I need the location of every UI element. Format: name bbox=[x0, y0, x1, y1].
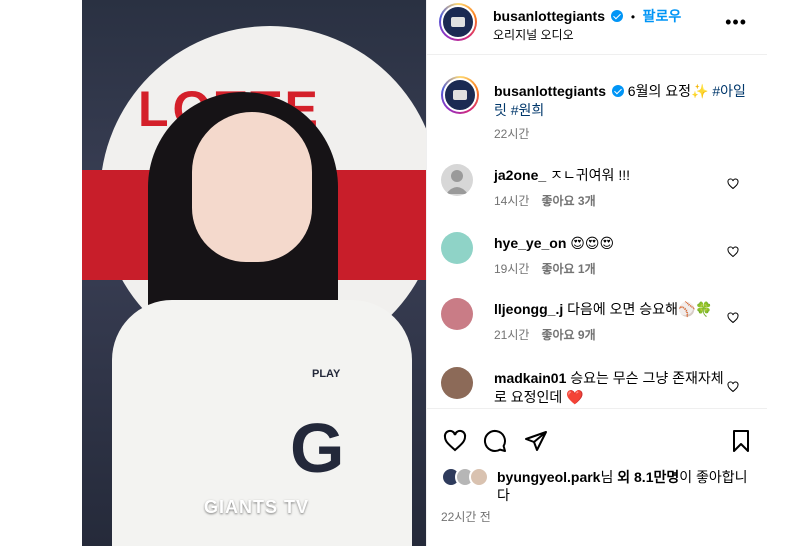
jersey-brand: PLAY bbox=[312, 368, 341, 380]
caption-avatar[interactable] bbox=[441, 76, 479, 114]
comment-likes[interactable]: 좋아요 3개 bbox=[541, 194, 595, 208]
comment-avatar[interactable] bbox=[441, 367, 473, 399]
liked-by-username[interactable]: byungyeol.park bbox=[497, 469, 600, 485]
comment-time[interactable]: 21시간 bbox=[494, 328, 529, 342]
comment-avatar[interactable] bbox=[441, 164, 473, 196]
person-face bbox=[192, 112, 312, 262]
comment-avatar[interactable] bbox=[441, 298, 473, 330]
comment-like-icon[interactable] bbox=[727, 178, 739, 190]
header-separator: • bbox=[630, 10, 636, 24]
verified-icon bbox=[611, 10, 624, 22]
caption-text: 6월의 요정✨ bbox=[627, 83, 709, 99]
comment-username[interactable]: madkain01 bbox=[494, 370, 566, 386]
caption-username[interactable]: busanlottegiants bbox=[494, 83, 606, 99]
follow-button[interactable]: 팔로우 bbox=[643, 8, 682, 24]
audio-link[interactable]: 오리지널 오디오 bbox=[493, 26, 574, 43]
comment-text: 다음에 오면 승요해⚾🍀 bbox=[567, 301, 713, 317]
account-avatar[interactable] bbox=[439, 3, 477, 41]
liked-by-mid: 님 bbox=[600, 469, 618, 485]
like-icon[interactable] bbox=[443, 429, 467, 453]
post-actions: byungyeol.park님 외 8.1만명이 좋아합니다 22시간 전 bbox=[427, 408, 767, 546]
save-icon[interactable] bbox=[729, 429, 753, 453]
comment-like-icon[interactable] bbox=[727, 312, 739, 324]
comment-username[interactable]: hye_ye_on bbox=[494, 235, 566, 251]
comment-text: 😍😍😍 bbox=[570, 235, 615, 251]
liked-by-avatars bbox=[441, 467, 495, 487]
post-panel: busanlottegiants • 팔로우 오리지널 오디오 ••• busa… bbox=[426, 0, 767, 546]
liked-by-count[interactable]: 외 8.1만명 bbox=[617, 469, 679, 485]
video-watermark: GIANTS TV bbox=[204, 497, 310, 517]
posted-time[interactable]: 22시간 전 bbox=[441, 508, 491, 525]
comment-likes[interactable]: 좋아요 1개 bbox=[541, 262, 595, 276]
comment-time[interactable]: 19시간 bbox=[494, 262, 529, 276]
verified-icon bbox=[611, 85, 624, 97]
comment-avatar[interactable] bbox=[441, 232, 473, 264]
comment-like-icon[interactable] bbox=[727, 246, 739, 258]
share-icon[interactable] bbox=[524, 429, 548, 453]
post-media[interactable]: LOTTE PLAY G GIANTS TV bbox=[82, 0, 426, 546]
comment-username[interactable]: lljeongg_.j bbox=[494, 301, 563, 317]
account-username[interactable]: busanlottegiants bbox=[493, 8, 605, 24]
comment-text: ㅈㄴ귀여워 !!! bbox=[550, 167, 630, 183]
comment-username[interactable]: ja2one_ bbox=[494, 167, 546, 183]
comment-like-icon[interactable] bbox=[727, 381, 739, 393]
comment-time[interactable]: 14시간 bbox=[494, 194, 529, 208]
more-options-icon[interactable]: ••• bbox=[725, 12, 747, 33]
jersey-logo: G bbox=[290, 409, 345, 487]
comment-likes[interactable]: 좋아요 9개 bbox=[541, 328, 595, 342]
post-header: busanlottegiants • 팔로우 오리지널 오디오 ••• bbox=[427, 0, 767, 55]
caption-time[interactable]: 22시간 bbox=[494, 125, 529, 142]
comment-icon[interactable] bbox=[483, 429, 507, 453]
